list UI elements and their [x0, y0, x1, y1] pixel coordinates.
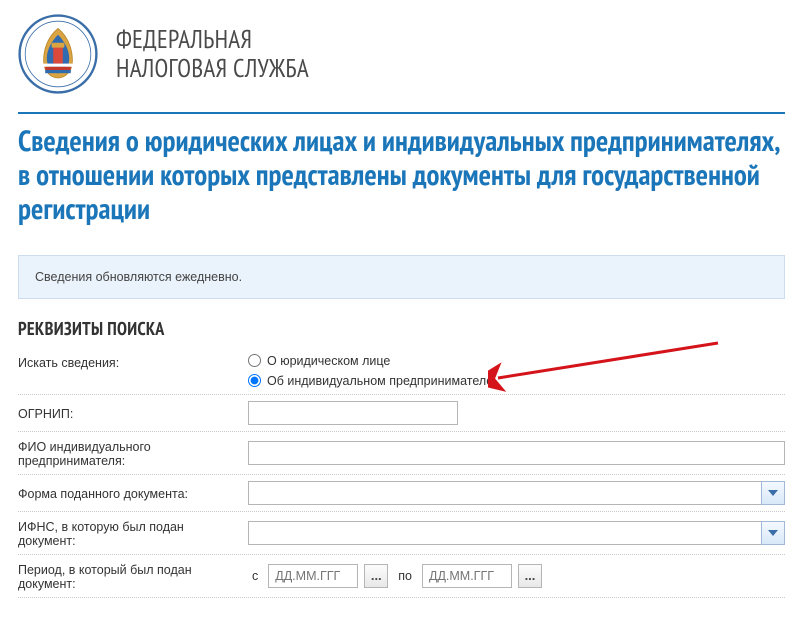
radio-legal-entity[interactable]: О юридическом лице [248, 354, 493, 368]
row-fio: ФИО индивидуального предпринимателя: [18, 432, 785, 475]
ellipsis-icon: ... [371, 568, 382, 583]
row-search-type: Искать сведения: О юридическом лице Об и… [18, 352, 785, 395]
header-divider [18, 112, 785, 114]
input-date-from[interactable] [268, 564, 358, 588]
org-title: ФЕДЕРАЛЬНАЯ НАЛОГОВАЯ СЛУЖБА [116, 25, 309, 83]
select-doc-form-display[interactable] [248, 481, 761, 505]
date-from-picker-button[interactable]: ... [364, 564, 388, 588]
page-title: Сведения о юридических лицах и индивидуа… [18, 124, 785, 227]
ellipsis-icon: ... [525, 568, 536, 583]
radio-individual-entrepreneur[interactable]: Об индивидуальном предпринимателе [248, 374, 493, 388]
org-title-line1: ФЕДЕРАЛЬНАЯ [116, 25, 309, 54]
row-ifns: ИФНС, в которую был подан документ: [18, 512, 785, 555]
radio-legal-entity-label: О юридическом лице [267, 354, 390, 368]
update-notice: Сведения обновляются ежедневно. [18, 255, 785, 299]
site-header: ФЕДЕРАЛЬНАЯ НАЛОГОВАЯ СЛУЖБА [18, 14, 785, 94]
input-date-to[interactable] [422, 564, 512, 588]
chevron-down-icon [768, 490, 778, 496]
label-ogrnip: ОГРНИП: [18, 405, 248, 421]
search-section-heading: РЕКВИЗИТЫ ПОИСКА [18, 317, 785, 340]
input-fio[interactable] [248, 441, 785, 465]
select-ifns-button[interactable] [761, 521, 785, 545]
label-fio: ФИО индивидуального предпринимателя: [18, 438, 248, 468]
org-title-line2: НАЛОГОВАЯ СЛУЖБА [116, 54, 309, 83]
period-to-label: по [398, 569, 412, 583]
label-ifns: ИФНС, в которую был подан документ: [18, 518, 248, 548]
radio-group-entity-type: О юридическом лице Об индивидуальном пре… [248, 354, 493, 388]
label-doc-form: Форма поданного документа: [18, 485, 248, 501]
select-ifns-display[interactable] [248, 521, 761, 545]
chevron-down-icon [768, 530, 778, 536]
row-ogrnip: ОГРНИП: [18, 395, 785, 432]
label-period: Период, в который был подан документ: [18, 561, 248, 591]
row-period: Период, в который был подан документ: с … [18, 555, 785, 598]
radio-legal-entity-input[interactable] [248, 354, 261, 367]
date-to-picker-button[interactable]: ... [518, 564, 542, 588]
period-from-label: с [252, 569, 258, 583]
select-doc-form-button[interactable] [761, 481, 785, 505]
annotation-arrow-icon [488, 340, 728, 392]
row-doc-form: Форма поданного документа: [18, 475, 785, 512]
radio-individual-label: Об индивидуальном предпринимателе [267, 374, 493, 388]
input-ogrnip[interactable] [248, 401, 458, 425]
fns-logo [18, 14, 98, 94]
label-search-type: Искать сведения: [18, 354, 248, 370]
radio-individual-input[interactable] [248, 374, 261, 387]
